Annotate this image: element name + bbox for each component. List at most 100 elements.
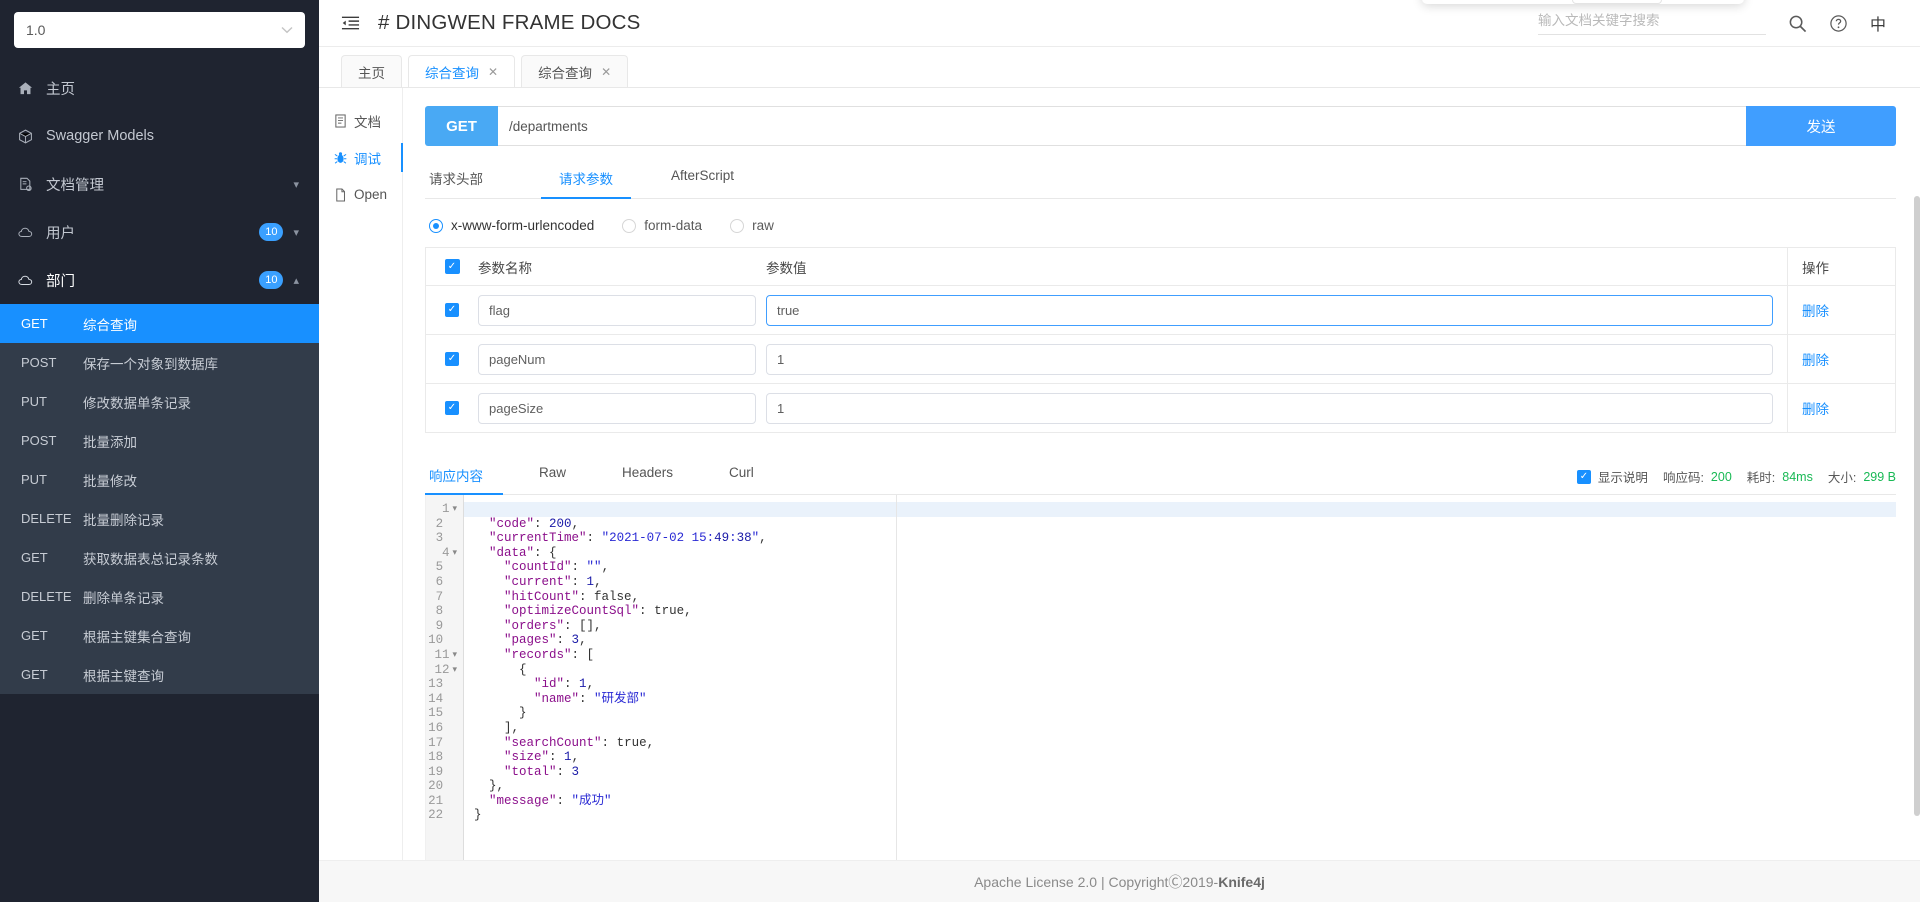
api-method: PUT <box>21 472 47 487</box>
delete-row-button[interactable]: 删除 <box>1802 300 1829 320</box>
vertical-scrollbar[interactable] <box>1914 176 1920 902</box>
row-action-cell: 删除 <box>1787 384 1895 432</box>
sidebar-item-badge: 10 <box>259 271 284 289</box>
code-line: } <box>474 808 482 823</box>
inner-nav: 文档 调试 Open <box>319 88 403 860</box>
sidebar-item-departments[interactable]: 部门 10 ▴ <box>0 256 319 304</box>
sidebar-api-item[interactable]: GET 获取数据表总记录条数 <box>0 538 319 577</box>
close-icon[interactable]: ✕ <box>601 65 611 79</box>
scrollbar-thumb[interactable] <box>1914 196 1920 816</box>
tab-request-headers[interactable]: 请求头部 <box>425 168 501 198</box>
send-button[interactable]: 发送 <box>1746 106 1896 146</box>
sidebar-api-item[interactable]: PUT 修改数据单条记录 <box>0 382 319 421</box>
tab-after-script[interactable]: AfterScript <box>653 168 752 198</box>
row-checkbox[interactable]: ✓ <box>445 303 459 317</box>
delete-row-button[interactable]: 删除 <box>1802 349 1829 369</box>
sidebar-api-item[interactable]: POST 保存一个对象到数据库 <box>0 343 319 382</box>
fold-toggle-icon[interactable]: ▾ <box>452 502 457 517</box>
line-number: 18 <box>428 750 444 765</box>
select-all-checkbox[interactable]: ✓ <box>444 259 460 274</box>
sidebar-item-right: ▾ <box>293 178 299 191</box>
radio-raw[interactable]: raw <box>730 218 774 233</box>
question-circle-icon[interactable] <box>1829 14 1848 33</box>
param-name-input[interactable]: flag <box>478 294 756 326</box>
inner-nav-item-open[interactable]: Open <box>319 176 402 213</box>
collapse-menu-icon[interactable] <box>341 15 360 31</box>
top-right-controls: 中 <box>1537 11 1908 35</box>
tab-response-curl[interactable]: Curl <box>709 465 774 494</box>
sidebar-item-users[interactable]: 用户 10 ▾ <box>0 208 319 256</box>
search-input[interactable] <box>1537 12 1766 28</box>
fold-toggle-icon[interactable]: ▾ <box>452 546 457 561</box>
table-row: ✓ pageNum 1 删除 <box>426 335 1895 384</box>
row-checkbox[interactable]: ✓ <box>445 352 459 366</box>
home-icon <box>18 81 40 96</box>
version-select[interactable]: 1.0 <box>14 12 305 48</box>
sidebar-api-item[interactable]: DELETE 批量删除记录 <box>0 499 319 538</box>
param-value-input[interactable]: 1 <box>766 343 1773 375</box>
radio-dot-icon <box>730 218 745 233</box>
param-value-input[interactable]: true <box>766 294 1773 326</box>
sidebar-item-home[interactable]: 主页 <box>0 64 319 112</box>
param-name-input[interactable]: pageSize <box>478 392 756 424</box>
tab-request-params[interactable]: 请求参数 <box>541 168 631 198</box>
chevron-down-icon[interactable]: ▾ <box>293 178 299 191</box>
sidebar-item-doc-management[interactable]: 文档管理 ▾ <box>0 160 319 208</box>
sidebar-api-item[interactable]: GET 综合查询 <box>0 304 319 343</box>
sidebar-api-item[interactable]: DELETE 删除单条记录 <box>0 577 319 616</box>
footer: Apache License 2.0 | Copyright Ⓒ 2019- Kn… <box>319 860 1920 902</box>
tab-strip: 主页 综合查询 ✕ 综合查询 ✕ <box>319 47 1920 88</box>
api-method: POST <box>21 433 57 448</box>
chevron-up-icon[interactable]: ▴ <box>293 274 299 287</box>
line-number: 14 <box>428 691 444 706</box>
tab-response-raw[interactable]: Raw <box>519 465 586 494</box>
document-icon <box>334 113 347 128</box>
line-number: 22 <box>428 808 444 823</box>
row-checkbox[interactable]: ✓ <box>445 401 459 415</box>
sidebar-api-item[interactable]: POST 批量添加 <box>0 421 319 460</box>
code-line: "currentTime": "2021-07-02 15:49:38", <box>489 531 767 546</box>
api-label: 修改数据单条记录 <box>83 395 191 411</box>
inner-nav-item-doc[interactable]: 文档 <box>319 102 402 139</box>
line-number: 7 <box>435 589 444 604</box>
param-name-input[interactable]: pageNum <box>478 343 756 375</box>
cloud-icon <box>18 225 40 240</box>
copyright-icon: Ⓒ <box>1168 873 1183 890</box>
tab-response-headers[interactable]: Headers <box>602 465 693 494</box>
api-method: POST <box>21 355 57 370</box>
inner-nav-item-debug[interactable]: 调试 <box>319 139 403 176</box>
radio-dot-icon <box>429 218 443 233</box>
tab-comprehensive-query-2[interactable]: 综合查询 ✕ <box>521 55 629 87</box>
fold-toggle-icon[interactable]: ▾ <box>452 648 457 663</box>
radio-x-www-form-urlencoded[interactable]: x-www-form-urlencoded <box>429 218 594 233</box>
close-icon[interactable]: ✕ <box>488 65 498 79</box>
tab-response-body[interactable]: 响应内容 <box>425 465 503 495</box>
radio-form-data[interactable]: form-data <box>622 218 702 233</box>
param-name-cell: pageNum <box>478 343 766 375</box>
show-description-checkbox[interactable]: ✓ <box>1576 469 1591 484</box>
version-select-value: 1.0 <box>26 22 46 38</box>
tab-home[interactable]: 主页 <box>341 55 402 87</box>
search-icon[interactable] <box>1788 14 1807 33</box>
http-method-badge[interactable]: GET <box>425 106 498 146</box>
fold-toggle-icon[interactable]: ▾ <box>452 663 457 678</box>
api-method: PUT <box>21 394 47 409</box>
line-number: 12 ▾ <box>434 662 457 678</box>
sidebar-item-swagger-models[interactable]: Swagger Models <box>0 112 319 160</box>
content-area: 文档 调试 Open GET /departments 发送 请求头部 请求参数… <box>319 88 1920 860</box>
url-input[interactable]: /departments <box>498 106 1746 146</box>
sidebar-api-item[interactable]: GET 根据主键查询 <box>0 655 319 694</box>
code-line: "code": 200, <box>489 516 580 531</box>
tab-comprehensive-query-1[interactable]: 综合查询 ✕ <box>408 55 516 87</box>
language-toggle[interactable]: 中 <box>1870 11 1886 35</box>
sidebar-api-item[interactable]: PUT 批量修改 <box>0 460 319 499</box>
chevron-down-icon[interactable]: ▾ <box>293 226 299 239</box>
sidebar-nav: 主页 Swagger Models 文档管理 ▾ 用户 10 ▾ 部门 10 ▴ <box>0 58 319 304</box>
line-number: 15 <box>428 706 444 721</box>
api-label: 批量删除记录 <box>83 512 164 528</box>
sidebar-api-item[interactable]: GET 根据主键集合查询 <box>0 616 319 655</box>
sidebar-item-right: 10 ▴ <box>259 271 299 289</box>
param-value-input[interactable]: 1 <box>766 392 1773 424</box>
response-body-viewer[interactable]: 1 ▾ 2 3 4 ▾ 5 6 7 8 9 10 11 ▾ 12 ▾ 13 14 15 16 1… <box>425 495 1896 860</box>
delete-row-button[interactable]: 删除 <box>1802 398 1829 418</box>
